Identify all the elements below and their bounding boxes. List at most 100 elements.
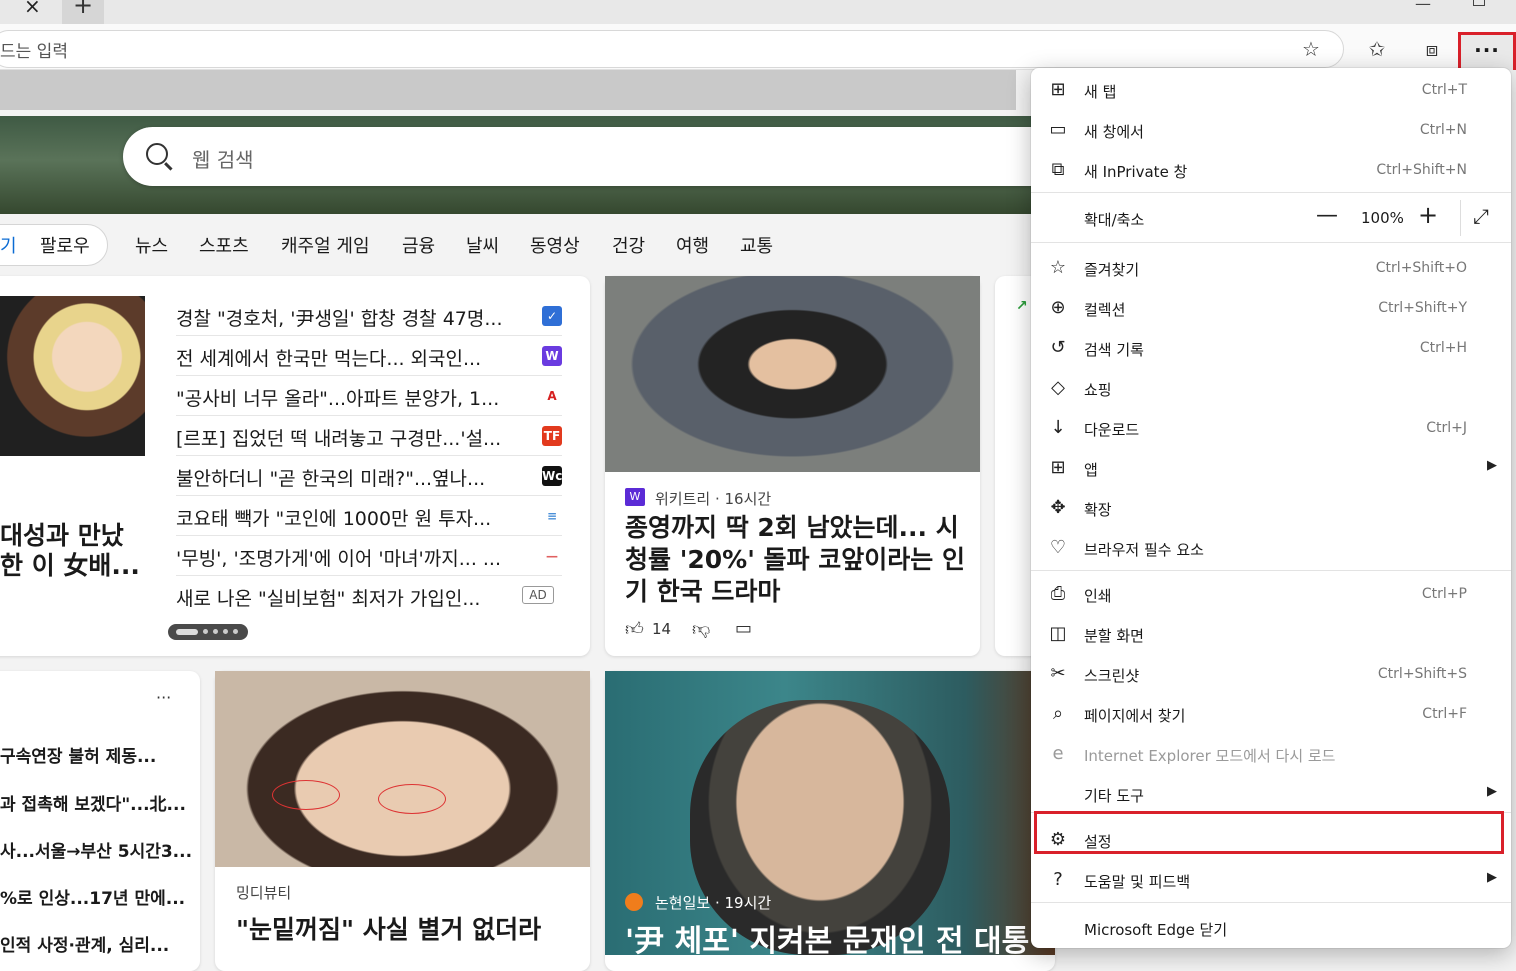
- thumbs-down-icon[interactable]: 👎︎: [692, 618, 710, 640]
- submenu-arrow-icon: ▶: [1487, 870, 1497, 885]
- favorites-icon[interactable]: ✩: [1362, 34, 1392, 64]
- address-bar-text[interactable]: 드는 입력: [0, 37, 68, 62]
- pager-dot[interactable]: [223, 629, 228, 634]
- news-list-item[interactable]: 불안하더니 "곧 한국의 미래?"...옆나... Wc: [176, 456, 562, 496]
- news-card-title[interactable]: "눈밑꺼짐" 사실 별거 없더라: [236, 910, 541, 946]
- menu-item-shopping[interactable]: ◇ 쇼핑: [1031, 368, 1511, 408]
- news-title[interactable]: 전 세계에서 한국만 먹는다... 외국인...: [176, 344, 481, 371]
- web-search-input[interactable]: 웹 검색: [192, 144, 254, 173]
- thumbs-up-icon[interactable]: 👍︎: [625, 618, 644, 640]
- menu-item-help-feedback[interactable]: ? 도움말 및 피드백 ▶: [1031, 860, 1511, 900]
- menu-item-apps[interactable]: ⊞ 앱 ▶: [1031, 448, 1511, 488]
- menu-item-new-inprivate[interactable]: ⧉ 새 InPrivate 창 Ctrl+Shift+N: [1031, 150, 1511, 190]
- nav-tab-follow[interactable]: 팔로우: [40, 232, 90, 258]
- menu-item-downloads[interactable]: ↓ 다운로드 Ctrl+J: [1031, 408, 1511, 448]
- menu-item-label: 새 InPrivate 창: [1084, 163, 1188, 181]
- menu-item-label: 분할 화면: [1084, 627, 1144, 645]
- menu-item-new-tab[interactable]: ⊞ 새 탭 Ctrl+T: [1031, 70, 1511, 110]
- headline-list-item[interactable]: 구속연장 불허 제동...: [0, 742, 156, 767]
- zoom-in-button[interactable]: +: [1418, 201, 1438, 229]
- news-card-source: 논현일보 · 19시간: [655, 894, 772, 912]
- nav-tab-sports[interactable]: 스포츠: [199, 232, 249, 258]
- news-card-title[interactable]: '尹 체포' 지켜본 문재인 전 대통: [625, 916, 1029, 960]
- screenshot-icon[interactable]: ⧈: [1417, 34, 1447, 64]
- pager-dot[interactable]: [203, 629, 208, 634]
- menu-item-label: 브라우저 필수 요소: [1084, 541, 1204, 559]
- new-tab-button[interactable]: +: [62, 0, 104, 24]
- headline-list-item[interactable]: 과 접촉해 보겠다"...北...: [0, 790, 186, 815]
- menu-item-label: 새 탭: [1084, 83, 1117, 101]
- nav-tab-news[interactable]: 뉴스: [135, 232, 168, 258]
- nav-tab-traffic[interactable]: 교통: [740, 232, 773, 258]
- nav-tab-discover[interactable]: 기: [0, 232, 17, 258]
- menu-item-screenshot[interactable]: ✂ 스크린샷 Ctrl+Shift+S: [1031, 654, 1511, 694]
- menu-item-split-screen[interactable]: ◫ 분할 화면: [1031, 614, 1511, 654]
- news-title[interactable]: "공사비 너무 올라"...아파트 분양가, 1...: [176, 384, 499, 411]
- menu-item-more-tools[interactable]: 기타 도구 ▶: [1031, 774, 1511, 814]
- news-card-title[interactable]: 종영까지 딱 2회 남았는데... 시청률 '20%' 돌파 코앞이라는 인기 …: [625, 512, 970, 608]
- news-list-item[interactable]: "공사비 너무 올라"...아파트 분양가, 1... A: [176, 376, 562, 416]
- menu-item-browser-essentials[interactable]: ♡ 브라우저 필수 요소: [1031, 528, 1511, 568]
- pager-dot[interactable]: [213, 629, 218, 634]
- menu-item-new-window[interactable]: ▭ 새 창에서 Ctrl+N: [1031, 110, 1511, 150]
- source-logo-icon: W: [542, 346, 562, 366]
- menu-separator: [1031, 242, 1511, 243]
- news-title[interactable]: '무빙', '조명가게'에 이어 '마녀'까지... ...: [176, 544, 501, 571]
- maximize-icon[interactable]: [1473, 0, 1485, 6]
- menu-item-close-edge[interactable]: Microsoft Edge 닫기: [1031, 908, 1511, 948]
- menu-separator: [1031, 192, 1511, 193]
- more-options-icon[interactable]: ···: [156, 688, 171, 707]
- address-bar[interactable]: [0, 30, 1344, 68]
- inprivate-icon: ⧉: [1051, 159, 1065, 180]
- news-title[interactable]: [르포] 집었던 떡 내려놓고 구경만...'설...: [176, 424, 501, 451]
- headline-list-item[interactable]: %로 인상...17년 만에...: [0, 884, 185, 909]
- menu-item-label: 도움말 및 피드백: [1084, 873, 1191, 891]
- news-list-item[interactable]: 전 세계에서 한국만 먹는다... 외국인... W: [176, 336, 562, 376]
- nav-tab-health[interactable]: 건강: [612, 232, 645, 258]
- menu-item-label: 인쇄: [1084, 587, 1112, 605]
- headline-list-item[interactable]: 인적 사정·관계, 심리...: [0, 931, 169, 956]
- pager-active-dot[interactable]: [176, 629, 198, 635]
- news-title[interactable]: 경찰 "경호처, '尹생일' 합창 경찰 47명...: [176, 304, 502, 331]
- story-photo[interactable]: [0, 296, 145, 456]
- tab-strip: [0, 0, 1516, 24]
- news-list-item[interactable]: 경찰 "경호처, '尹생일' 합창 경찰 47명... ✓: [176, 296, 562, 336]
- pager-dot[interactable]: [233, 629, 238, 634]
- nav-tab-finance[interactable]: 금융: [402, 232, 435, 258]
- nav-tab-video[interactable]: 동영상: [530, 232, 580, 258]
- menu-item-favorites[interactable]: ☆ 즐겨찾기 Ctrl+Shift+O: [1031, 248, 1511, 288]
- menu-item-shortcut: Ctrl+J: [1426, 420, 1467, 436]
- news-title[interactable]: 새로 나온 "실비보험" 최저가 가입인...: [176, 584, 480, 611]
- news-card-photo[interactable]: [605, 276, 980, 472]
- news-list-item[interactable]: [르포] 집었던 떡 내려놓고 구경만...'설... TF: [176, 416, 562, 456]
- news-list-item[interactable]: 코요태 빽가 "코인에 1000만 원 투자... ≡: [176, 496, 562, 536]
- minimize-icon[interactable]: —: [1415, 0, 1431, 13]
- nav-tab-travel[interactable]: 여행: [676, 232, 709, 258]
- comment-icon[interactable]: ▭: [735, 618, 752, 639]
- menu-item-ie-mode: e Internet Explorer 모드에서 다시 로드: [1031, 734, 1511, 774]
- menu-item-extensions[interactable]: ✥ 확장: [1031, 488, 1511, 528]
- add-favorite-star-icon[interactable]: ☆: [1296, 34, 1326, 64]
- fullscreen-icon[interactable]: ⤢: [1473, 204, 1489, 228]
- story-headline-line2[interactable]: 한 이 女배...: [0, 546, 140, 582]
- news-list-item-ad[interactable]: 새로 나온 "실비보험" 최저가 가입인...: [176, 576, 562, 616]
- menu-item-label: 앱: [1084, 461, 1098, 479]
- menu-item-print[interactable]: ⎙ 인쇄 Ctrl+P: [1031, 574, 1511, 614]
- news-card-photo[interactable]: [215, 671, 590, 867]
- tab-close-icon[interactable]: ×: [24, 0, 41, 18]
- news-title[interactable]: 코요태 빽가 "코인에 1000만 원 투자...: [176, 504, 491, 531]
- news-title[interactable]: 불안하더니 "곧 한국의 미래?"...옆나...: [176, 464, 485, 491]
- headline-list-item[interactable]: 사...서울→부산 5시간3...: [0, 837, 192, 862]
- print-icon: ⎙: [1050, 583, 1066, 604]
- news-list-item[interactable]: '무빙', '조명가게'에 이어 '마녀'까지... ... —: [176, 536, 562, 576]
- menu-item-find-on-page[interactable]: ⌕ 페이지에서 찾기 Ctrl+F: [1031, 694, 1511, 734]
- nav-tab-weather[interactable]: 날씨: [466, 232, 499, 258]
- nav-tab-casual-games[interactable]: 캐주얼 게임: [281, 232, 370, 258]
- zoom-divider: [1460, 200, 1461, 236]
- news-card-source: 위키트리 · 16시간: [655, 490, 772, 508]
- menu-item-collections[interactable]: ⊕ 컬렉션 Ctrl+Shift+Y: [1031, 288, 1511, 328]
- menu-item-label: 쇼핑: [1084, 381, 1112, 399]
- zoom-out-button[interactable]: —: [1316, 203, 1338, 228]
- web-search-box[interactable]: [123, 127, 1083, 186]
- menu-item-history[interactable]: ↺ 검색 기록 Ctrl+H: [1031, 328, 1511, 368]
